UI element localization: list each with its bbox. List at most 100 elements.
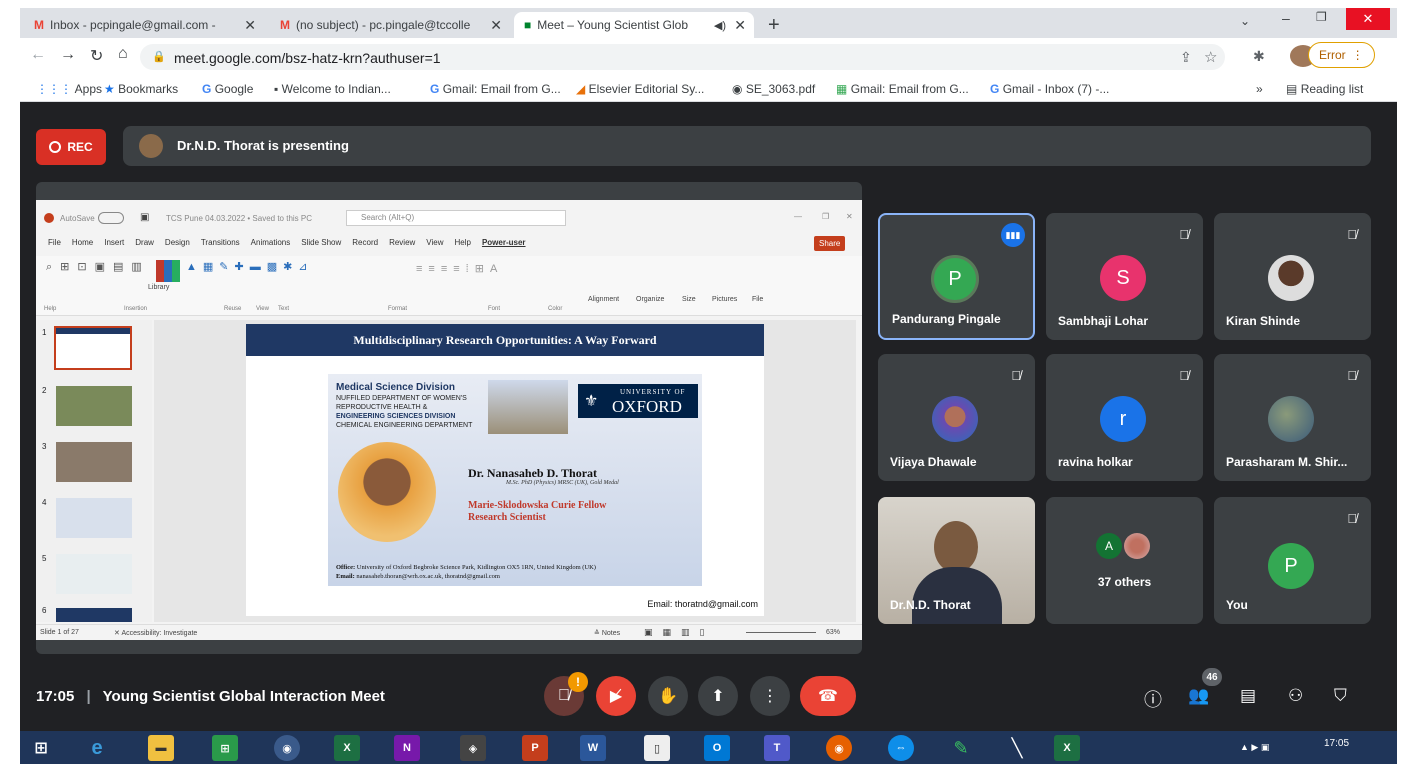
home-icon[interactable]: ⌂ (118, 45, 128, 63)
app-icon[interactable]: ◈ (460, 735, 486, 761)
back-icon[interactable]: ← (30, 46, 46, 64)
slide-thumb-5[interactable] (56, 554, 132, 594)
notes-button[interactable]: ≙ Notes (594, 629, 620, 637)
excel-icon-2[interactable]: X (1054, 735, 1080, 761)
bookmark-gmail-1[interactable]: G Gmail: Email from G... (430, 82, 561, 96)
extensions-icon[interactable]: ✱ (1253, 48, 1265, 65)
powerpoint-taskbar-icon[interactable]: P (522, 735, 548, 761)
menu-design[interactable]: Design (165, 238, 190, 254)
close-icon[interactable]: ✕ (490, 17, 502, 34)
raise-hand-button[interactable]: ✋ (648, 676, 688, 716)
bookmark-gmail-inbox[interactable]: G Gmail - Inbox (7) -... (990, 82, 1109, 96)
chevron-down-icon[interactable]: ⌄ (1240, 14, 1250, 28)
tile-parasharam[interactable]: 🎙̸ Parasharam M. Shir... (1214, 354, 1371, 481)
menu-record[interactable]: Record (352, 238, 378, 254)
menu-file[interactable]: File (48, 238, 61, 254)
tile-pandurang[interactable]: ▮▮▮ P Pandurang Pingale (878, 213, 1035, 340)
edge-icon[interactable]: e (84, 735, 110, 761)
error-button[interactable]: Error ⋮ (1308, 42, 1375, 68)
onenote-icon[interactable]: N (394, 735, 420, 761)
slide-thumb-1[interactable] (54, 326, 132, 370)
end-call-button[interactable]: ☎ (800, 676, 856, 716)
bookmark-google[interactable]: G Google (202, 82, 253, 96)
tile-thorat-video[interactable]: Dr.N.D. Thorat (878, 497, 1035, 624)
minimize-icon[interactable]: – (1282, 10, 1290, 26)
share-button[interactable]: Share (814, 236, 846, 251)
menu-draw[interactable]: Draw (135, 238, 154, 254)
file-explorer-icon[interactable]: ▬ (148, 735, 174, 761)
menu-help[interactable]: Help (455, 238, 471, 254)
bookmark-elsevier[interactable]: ◢ Elsevier Editorial Sy... (576, 82, 704, 96)
chat-icon[interactable]: ▤ (1240, 686, 1256, 706)
host-controls-icon[interactable]: ⛉ (1334, 686, 1347, 706)
menu-slide-show[interactable]: Slide Show (301, 238, 341, 254)
library-icon[interactable] (156, 260, 180, 282)
excel-icon[interactable]: X (334, 735, 360, 761)
menu-power-user[interactable]: Power-user (482, 238, 526, 254)
menu-home[interactable]: Home (72, 238, 93, 254)
present-button[interactable]: ⬆ (698, 676, 738, 716)
close-icon[interactable]: ✕ (244, 17, 256, 34)
forward-icon[interactable]: → (60, 46, 76, 64)
activities-icon[interactable]: ⚇ (1288, 686, 1303, 706)
new-tab-button[interactable]: + (758, 12, 790, 38)
menu-animations[interactable]: Animations (251, 238, 291, 254)
more-options-button[interactable]: ⋮ (750, 676, 790, 716)
menu-review[interactable]: Review (389, 238, 415, 254)
store-icon[interactable]: ⊞ (212, 735, 238, 761)
camera-toggle-button[interactable]: ▶̸ (596, 676, 636, 716)
autosave-toggle[interactable] (98, 212, 124, 224)
oxford-skyline-image (488, 380, 568, 434)
omnibox[interactable]: 🔒 meet.google.com/bsz-hatz-krn?authuser=… (140, 44, 1225, 70)
star-icon[interactable]: ☆ (1204, 48, 1217, 66)
close-icon[interactable]: ✕ (734, 17, 746, 34)
tab-no-subject[interactable]: M (no subject) - pc.pingale@tccolle ✕ (270, 12, 510, 38)
menu-view[interactable]: View (426, 238, 443, 254)
restore-icon[interactable]: ❐ (1316, 10, 1327, 24)
bookmark-welcome[interactable]: ▪ Welcome to Indian... (274, 82, 391, 96)
tile-others[interactable]: A 37 others (1046, 497, 1203, 624)
zoom-slider[interactable] (746, 632, 816, 633)
tab-inbox[interactable]: M Inbox - pcpingale@gmail.com - ✕ (24, 12, 264, 38)
menu-insert[interactable]: Insert (104, 238, 124, 254)
teamviewer-icon[interactable]: ⇔ (888, 735, 914, 761)
windows-start-icon[interactable]: ⊞ (28, 735, 54, 761)
tab-meet[interactable]: ■ Meet – Young Scientist Glob ◀) ✕ (514, 12, 754, 38)
bookmark-bookmarks[interactable]: ★ Bookmarks (104, 82, 178, 96)
menu-transitions[interactable]: Transitions (201, 238, 240, 254)
reload-icon[interactable]: ↻ (90, 46, 103, 66)
others-count: 37 others (1097, 575, 1152, 589)
firefox-icon[interactable]: ◉ (826, 735, 852, 761)
tile-kiran[interactable]: 🎙̸ Kiran Shinde (1214, 213, 1371, 340)
slide-thumb-2[interactable] (56, 386, 132, 426)
tile-ravina[interactable]: 🎙̸ r ravina holkar (1046, 354, 1203, 481)
pen-icon[interactable]: ✎ (948, 735, 974, 761)
mic-off-icon: 🎙̸ (1179, 227, 1189, 242)
word-icon[interactable]: W (580, 735, 606, 761)
share-icon[interactable]: ⇪ (1180, 49, 1192, 66)
tile-sambhaji[interactable]: 🎙̸ S Sambhaji Lohar (1046, 213, 1203, 340)
reading-list[interactable]: ▤ Reading list (1286, 82, 1363, 96)
teams-icon[interactable]: T (764, 735, 790, 761)
window-close-button[interactable]: ✕ (1346, 8, 1390, 30)
elsevier-icon: ◢ (576, 82, 586, 96)
bookmark-apps[interactable]: ⋮⋮⋮ Apps (36, 82, 102, 96)
speaker-icon[interactable]: ◀) (714, 19, 726, 32)
bookmark-gmail-2[interactable]: ▦ Gmail: Email from G... (836, 82, 969, 96)
bookmark-pdf[interactable]: ◉ SE_3063.pdf (732, 82, 815, 96)
info-icon[interactable]: ⓘ (1144, 686, 1162, 712)
tile-you[interactable]: 🎙̸ P You (1214, 497, 1371, 624)
snip-icon[interactable]: ╲ (1004, 735, 1030, 761)
outlook-icon[interactable]: O (704, 735, 730, 761)
chrome-icon[interactable]: ◉ (274, 735, 300, 761)
more-bookmarks-icon[interactable]: » (1256, 82, 1263, 96)
tile-vijaya[interactable]: 🎙̸ Vijaya Dhawale (878, 354, 1035, 481)
slide-thumb-3[interactable] (56, 442, 132, 482)
slide-thumb-6[interactable] (56, 608, 132, 622)
search-input[interactable]: Search (Alt+Q) (346, 210, 566, 226)
file-icon[interactable]: ▯ (644, 735, 670, 761)
gmail-icon: M (280, 18, 290, 32)
tray-icons[interactable]: ▲ ▶ ▣ (1240, 742, 1269, 753)
people-icon[interactable]: 👥 (1188, 686, 1209, 706)
slide-thumb-4[interactable] (56, 498, 132, 538)
